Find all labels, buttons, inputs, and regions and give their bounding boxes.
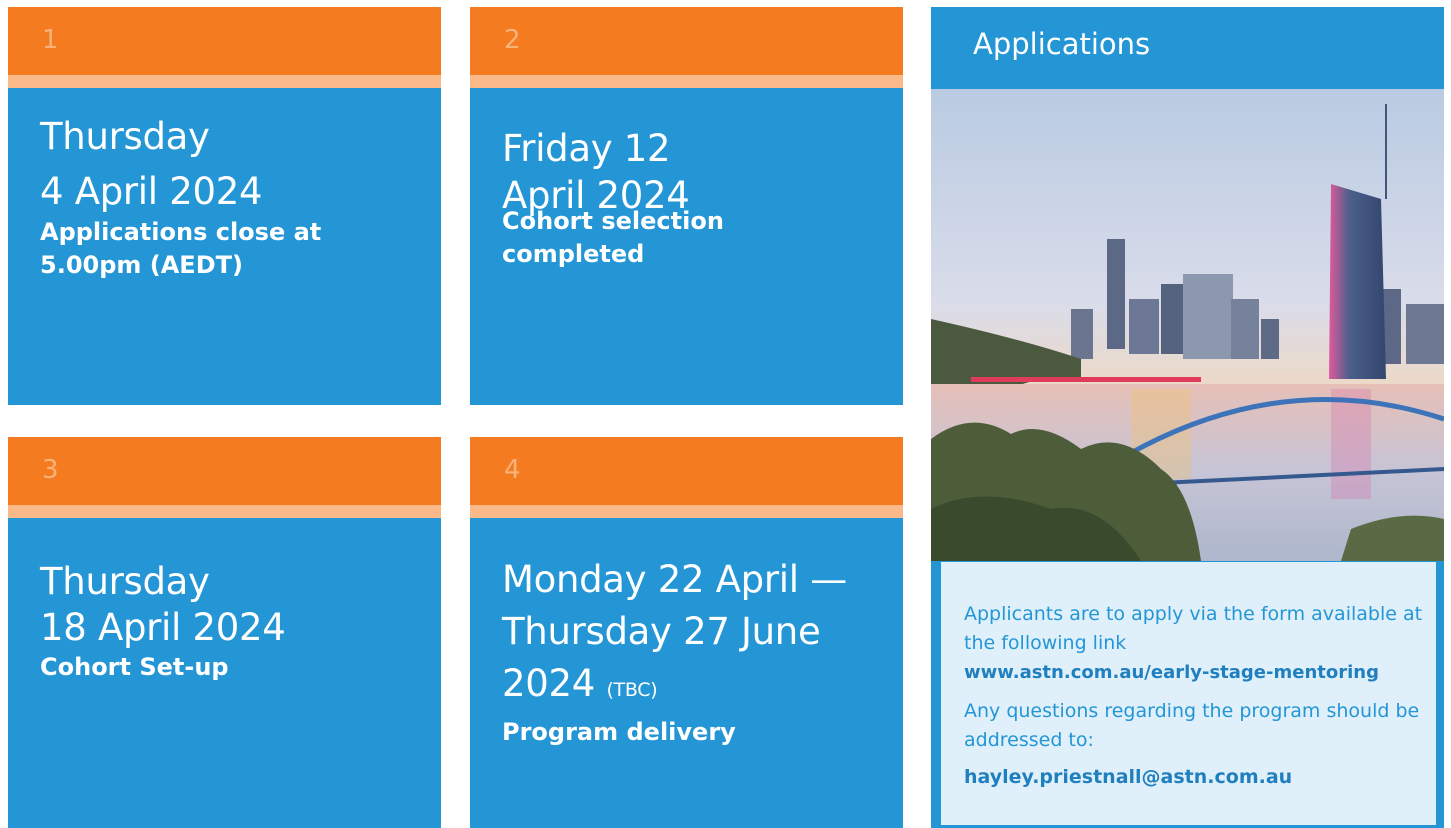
city-skyline-photo xyxy=(931,89,1444,561)
card-divider xyxy=(470,75,903,88)
contact-email-link[interactable]: hayley.priestnall@astn.com.au xyxy=(964,763,1436,792)
card-year: 2024 xyxy=(502,662,595,705)
card-date-line-2: Thursday 27 June xyxy=(502,610,821,653)
card-date-line-3: 2024 (TBC) xyxy=(502,658,871,716)
card-date-line-1: Thursday xyxy=(40,115,210,158)
card-header-band: 4 xyxy=(470,437,903,505)
card-subtitle: Cohort Set-up xyxy=(40,653,229,681)
timeline-card-1: 1 Thursday 4 April 2024 Applications clo… xyxy=(8,7,441,405)
card-subtitle: Applications close at 5.00pm (AEDT) xyxy=(40,218,322,279)
timeline-card-4: 4 Monday 22 April — Thursday 27 June 202… xyxy=(470,437,903,828)
card-subtitle: Cohort selection completed xyxy=(502,207,724,268)
card-divider xyxy=(470,505,903,518)
applications-panel: Applications Applicants are to apply via… xyxy=(931,7,1444,828)
card-header-band: 2 xyxy=(470,7,903,75)
skyline-illustration xyxy=(931,89,1444,561)
tbc-note: (TBC) xyxy=(606,679,658,701)
card-divider xyxy=(8,505,441,518)
card-header-band: 1 xyxy=(8,7,441,75)
timeline-card-3: 3 Thursday 18 April 2024 Cohort Set-up xyxy=(8,437,441,828)
questions-text: Any questions regarding the program shou… xyxy=(964,700,1420,751)
apply-instructions: Applicants are to apply via the form ava… xyxy=(964,603,1423,654)
step-number: 2 xyxy=(504,25,521,55)
applications-info-box: Applicants are to apply via the form ava… xyxy=(941,562,1436,825)
step-number: 1 xyxy=(42,25,59,55)
applications-title: Applications xyxy=(973,27,1151,61)
card-divider xyxy=(8,75,441,88)
step-number: 4 xyxy=(504,455,521,485)
timeline-card-2: 2 Friday 12 April 2024 Cohort selection … xyxy=(470,7,903,405)
application-link[interactable]: www.astn.com.au/early-stage-mentoring xyxy=(964,658,1436,687)
card-date-line-2: 18 April 2024 xyxy=(40,606,286,649)
card-date-line-1: Friday 12 xyxy=(502,127,671,170)
card-date-line-1: Monday 22 April — xyxy=(502,558,847,601)
card-subtitle: Program delivery xyxy=(502,718,736,746)
card-date-line-2: 4 April 2024 xyxy=(40,170,263,213)
card-header-band: 3 xyxy=(8,437,441,505)
card-date-line-1: Thursday xyxy=(40,560,210,603)
step-number: 3 xyxy=(42,455,59,485)
